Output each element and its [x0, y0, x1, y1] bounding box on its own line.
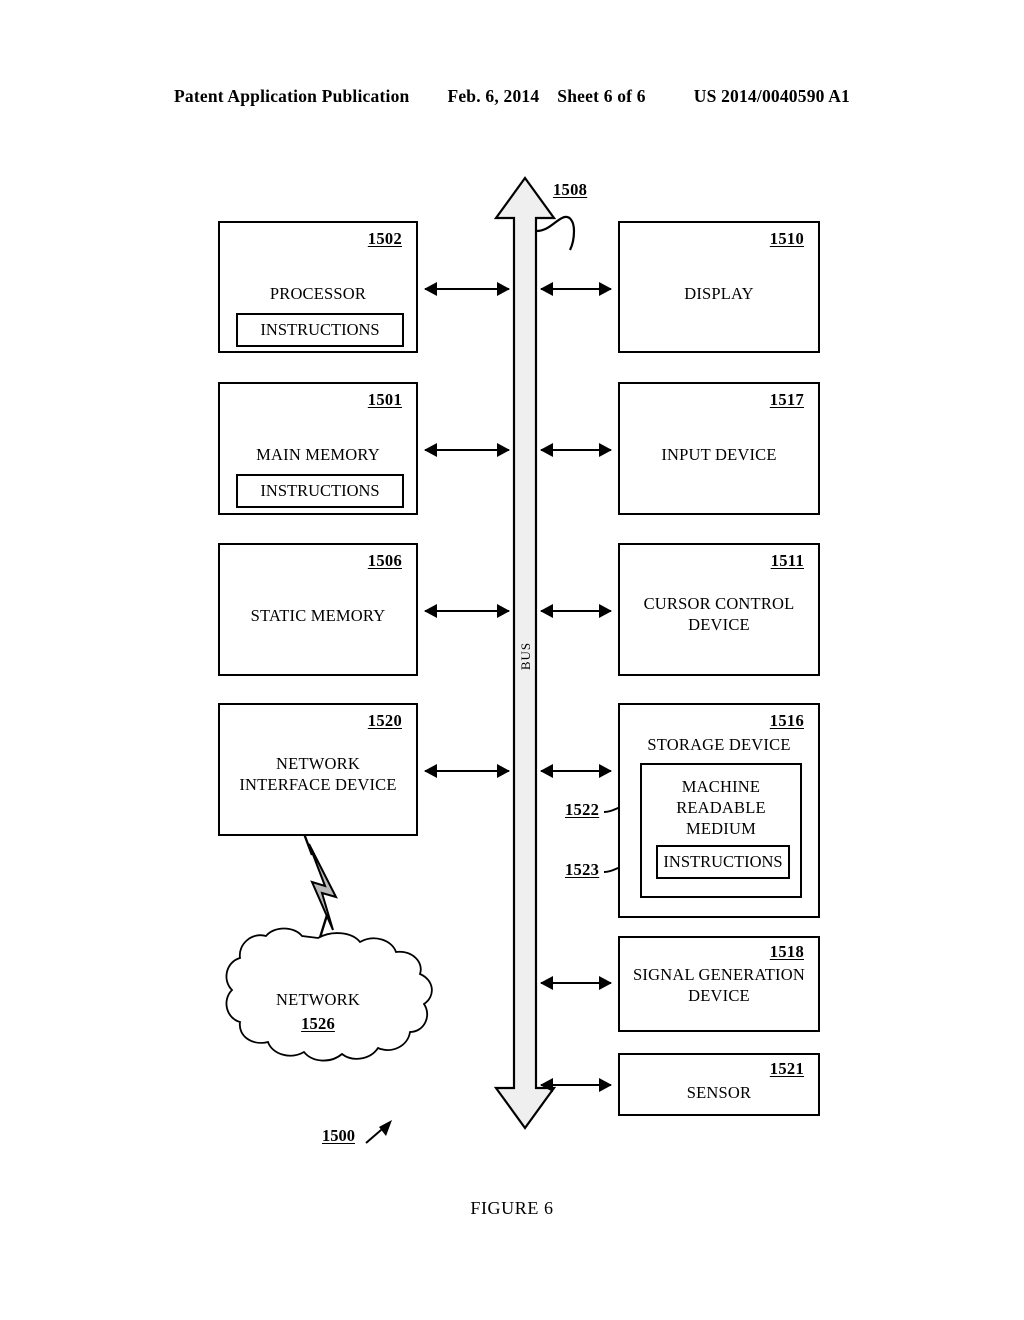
box-processor: 1502 PROCESSOR INSTRUCTIONS	[218, 221, 418, 353]
label-display: DISPLAY	[684, 284, 754, 303]
label-cursor-control-device-line2: DEVICE	[688, 615, 750, 634]
box-sensor: 1521 SENSOR	[618, 1053, 820, 1116]
arrow-bus-to-storage-device	[540, 764, 612, 778]
ref-1501: 1501	[367, 390, 402, 409]
box-cursor-control-device: 1511 CURSOR CONTROL DEVICE	[618, 543, 820, 676]
label-network-interface-device-line1: NETWORK	[276, 754, 360, 773]
box-display: 1510 DISPLAY	[618, 221, 820, 353]
label-cursor-control-device-line1: CURSOR CONTROL	[643, 594, 795, 613]
box-network-interface-device: 1520 NETWORK INTERFACE DEVICE	[218, 703, 418, 836]
arrow-network-interface-to-bus	[424, 764, 510, 778]
ref-1510: 1510	[769, 229, 804, 248]
label-signal-generation-device-line1: SIGNAL GENERATION	[633, 965, 805, 984]
label-machine-readable-medium-line3: MEDIUM	[686, 819, 756, 838]
label-storage-instructions: INSTRUCTIONS	[663, 852, 783, 871]
bus-arrow-svg	[225, 176, 639, 1144]
ref-1517: 1517	[769, 390, 804, 409]
lightning-bolt-icon	[308, 843, 338, 931]
ref-1500: 1500	[322, 1126, 355, 1145]
network-cloud-ref: 1526	[301, 1013, 335, 1033]
label-network-interface-device-line2: INTERFACE DEVICE	[239, 775, 397, 794]
ref-1521: 1521	[769, 1059, 804, 1078]
patent-page: Patent Application Publication Feb. 6, 2…	[0, 0, 1024, 1320]
label-sensor: SENSOR	[686, 1083, 752, 1102]
system-pointer-arrowhead	[379, 1120, 392, 1136]
arrow-bus-to-sensor	[540, 1078, 612, 1092]
arrow-bus-to-signal-generation	[540, 976, 612, 990]
box-main-memory: 1501 MAIN MEMORY INSTRUCTIONS	[218, 382, 418, 515]
label-input-device: INPUT DEVICE	[661, 445, 777, 464]
ref-1511: 1511	[770, 551, 804, 570]
box-machine-readable-medium: MACHINE READABLE MEDIUM INSTRUCTIONS	[640, 763, 802, 898]
bus-label: BUS	[518, 641, 533, 671]
arrow-bus-to-input-device	[540, 443, 612, 457]
label-machine-readable-medium-line1: MACHINE	[681, 777, 761, 796]
ref-1502: 1502	[367, 229, 402, 248]
label-main-memory: MAIN MEMORY	[256, 445, 380, 464]
label-signal-generation-device-line2: DEVICE	[688, 986, 750, 1005]
ref-1516: 1516	[769, 711, 804, 730]
label-static-memory: STATIC MEMORY	[250, 606, 386, 625]
box-main-memory-instructions: INSTRUCTIONS	[236, 474, 404, 508]
label-storage-device: STORAGE DEVICE	[647, 735, 791, 754]
box-storage-instructions: INSTRUCTIONS	[656, 845, 790, 879]
ref-1506: 1506	[367, 551, 402, 570]
bus-ref-1508: 1508	[553, 180, 588, 199]
box-input-device: 1517 INPUT DEVICE	[618, 382, 820, 515]
ref-1520: 1520	[367, 711, 402, 730]
label-processor: PROCESSOR	[269, 284, 367, 303]
bus-leader-line	[535, 215, 576, 251]
ref-1523: 1523	[565, 860, 600, 879]
box-signal-generation-device: 1518 SIGNAL GENERATION DEVICE	[618, 936, 820, 1032]
figure-caption: FIGURE 6	[470, 1198, 554, 1218]
ref-1522: 1522	[565, 800, 600, 819]
network-cloud-label: NETWORK 1526	[0, 988, 636, 1036]
box-processor-instructions: INSTRUCTIONS	[236, 313, 404, 347]
arrow-static-memory-to-bus	[424, 604, 510, 618]
box-storage-device: 1516 STORAGE DEVICE MACHINE READABLE MED…	[618, 703, 820, 918]
label-main-memory-instructions: INSTRUCTIONS	[260, 481, 380, 500]
ref-1518: 1518	[769, 942, 804, 961]
network-cloud-name: NETWORK	[276, 990, 360, 1009]
arrow-processor-to-bus	[424, 282, 510, 296]
arrow-main-memory-to-bus	[424, 443, 510, 457]
label-machine-readable-medium-line2: READABLE	[676, 798, 766, 817]
box-static-memory: 1506 STATIC MEMORY	[218, 543, 418, 676]
arrow-bus-to-display	[540, 282, 612, 296]
arrow-bus-to-cursor-control	[540, 604, 612, 618]
figure-6-diagram: 1508 BUS 1502 PROCESSOR INSTRUCTIONS 150…	[0, 0, 1024, 1320]
label-processor-instructions: INSTRUCTIONS	[260, 320, 380, 339]
